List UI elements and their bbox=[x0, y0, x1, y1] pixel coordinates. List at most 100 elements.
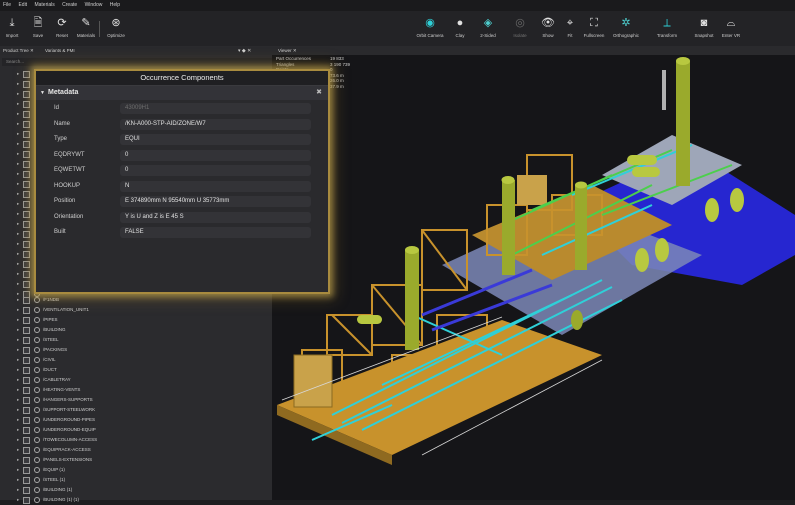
tree-row[interactable]: ▸ /TOWECOLUMN-ACCESS bbox=[0, 435, 272, 445]
visibility-checkbox[interactable] bbox=[23, 357, 30, 364]
tree-row[interactable]: ▸ /HEATING-VENTS bbox=[0, 385, 272, 395]
3d-viewport[interactable] bbox=[272, 55, 795, 500]
tree-row[interactable]: ▸ /PANELS-EXTENSIONS bbox=[0, 455, 272, 465]
visibility-checkbox[interactable] bbox=[23, 231, 30, 238]
expand-arrow-icon[interactable]: ▸ bbox=[17, 465, 19, 475]
visibility-checkbox[interactable] bbox=[23, 377, 30, 384]
menu-help[interactable]: Help bbox=[107, 0, 123, 10]
visibility-checkbox[interactable] bbox=[23, 81, 30, 88]
materials-button[interactable]: ✎ Materials bbox=[74, 13, 98, 45]
tree-row[interactable]: ▸ /CABLETRAY bbox=[0, 375, 272, 385]
tab-variants-pmi[interactable]: Variants & PMI bbox=[45, 48, 75, 53]
visibility-checkbox[interactable] bbox=[23, 337, 30, 344]
collapse-arrow-icon[interactable]: ▼ bbox=[40, 86, 45, 100]
menu-materials[interactable]: Materials bbox=[31, 0, 57, 10]
expand-arrow-icon[interactable]: ▸ bbox=[17, 119, 19, 129]
expand-arrow-icon[interactable]: ▸ bbox=[17, 355, 19, 365]
property-value-field[interactable]: 0 bbox=[120, 149, 311, 161]
import-button[interactable]: ⤓ Import bbox=[0, 13, 24, 45]
expand-arrow-icon[interactable]: ▸ bbox=[17, 129, 19, 139]
visibility-checkbox[interactable] bbox=[23, 457, 30, 464]
expand-arrow-icon[interactable]: ▸ bbox=[17, 325, 19, 335]
expand-arrow-icon[interactable]: ▸ bbox=[17, 159, 19, 169]
property-value-field[interactable]: FALSE bbox=[120, 227, 311, 238]
tree-row[interactable]: ▸ /HANGERS-SUPPORTS bbox=[0, 395, 272, 405]
visibility-checkbox[interactable] bbox=[23, 317, 30, 324]
visibility-checkbox[interactable] bbox=[23, 447, 30, 454]
tab-product-tree[interactable]: Product Tree ✕ bbox=[3, 48, 34, 54]
expand-arrow-icon[interactable]: ▸ bbox=[17, 295, 19, 305]
tree-row[interactable]: ▸ /STEEL (1) bbox=[0, 475, 272, 485]
tree-row[interactable]: ▸ /BUILDING (1) (1) bbox=[0, 495, 272, 505]
visibility-checkbox[interactable] bbox=[23, 71, 30, 78]
visibility-checkbox[interactable] bbox=[23, 151, 30, 158]
menu-file[interactable]: File bbox=[0, 0, 14, 10]
expand-arrow-icon[interactable]: ▸ bbox=[17, 375, 19, 385]
expand-arrow-icon[interactable]: ▸ bbox=[17, 139, 19, 149]
delete-component-icon[interactable]: ✖ bbox=[316, 86, 322, 100]
expand-arrow-icon[interactable]: ▸ bbox=[17, 169, 19, 179]
orthographic-button[interactable]: ✲ Orthographic bbox=[610, 13, 642, 45]
menu-window[interactable]: Window bbox=[82, 0, 106, 10]
orbit-camera-button[interactable]: ◉ Orbit Camera bbox=[416, 13, 444, 45]
visibility-checkbox[interactable] bbox=[23, 121, 30, 128]
optimize-button[interactable]: ⊛ Optimize bbox=[104, 13, 128, 45]
reset-button[interactable]: ⟳ Reset bbox=[50, 13, 74, 45]
tree-row[interactable]: ▸ /UNDERGROUND-PIPES bbox=[0, 415, 272, 425]
visibility-checkbox[interactable] bbox=[23, 417, 30, 424]
clay-button[interactable]: ● Clay bbox=[448, 13, 472, 45]
expand-arrow-icon[interactable]: ▸ bbox=[17, 305, 19, 315]
visibility-checkbox[interactable] bbox=[23, 251, 30, 258]
expand-arrow-icon[interactable]: ▸ bbox=[17, 239, 19, 249]
visibility-checkbox[interactable] bbox=[23, 367, 30, 374]
visibility-checkbox[interactable] bbox=[23, 191, 30, 198]
tree-row[interactable]: ▸ /EQUIPRACK-ACCESS bbox=[0, 445, 272, 455]
visibility-checkbox[interactable] bbox=[23, 281, 30, 288]
expand-arrow-icon[interactable]: ▸ bbox=[17, 405, 19, 415]
tree-row[interactable]: ▸ /STEEL bbox=[0, 335, 272, 345]
expand-arrow-icon[interactable]: ▸ bbox=[17, 219, 19, 229]
tree-row[interactable]: ▸ /VENTILATION_UNIT1 bbox=[0, 305, 272, 315]
visibility-checkbox[interactable] bbox=[23, 347, 30, 354]
property-value-field[interactable]: N bbox=[120, 180, 311, 192]
tree-row[interactable]: ▸ /PACKINGS bbox=[0, 345, 272, 355]
tree-row[interactable]: ▸ /BUILDING (1) bbox=[0, 485, 272, 495]
save-button[interactable]: 🗎 Save bbox=[26, 13, 50, 45]
visibility-checkbox[interactable] bbox=[23, 131, 30, 138]
expand-arrow-icon[interactable]: ▸ bbox=[17, 259, 19, 269]
expand-arrow-icon[interactable]: ▸ bbox=[17, 69, 19, 79]
visibility-checkbox[interactable] bbox=[23, 261, 30, 268]
metadata-section-header[interactable]: ▼ Metadata ✖ bbox=[36, 86, 328, 100]
visibility-checkbox[interactable] bbox=[23, 407, 30, 414]
visibility-checkbox[interactable] bbox=[23, 181, 30, 188]
fit-button[interactable]: ⌖ Fit bbox=[558, 13, 582, 45]
transform-button[interactable]: ⟂ Transform bbox=[652, 13, 682, 45]
visibility-checkbox[interactable] bbox=[23, 211, 30, 218]
expand-arrow-icon[interactable]: ▸ bbox=[17, 199, 19, 209]
expand-arrow-icon[interactable]: ▸ bbox=[17, 335, 19, 345]
visibility-checkbox[interactable] bbox=[23, 307, 30, 314]
visibility-checkbox[interactable] bbox=[23, 477, 30, 484]
tree-row[interactable]: ▸ /F1NDB bbox=[0, 295, 272, 305]
expand-arrow-icon[interactable]: ▸ bbox=[17, 435, 19, 445]
tree-row[interactable]: ▸ /SUPPORT-STEELWORK bbox=[0, 405, 272, 415]
expand-arrow-icon[interactable]: ▸ bbox=[17, 475, 19, 485]
visibility-checkbox[interactable] bbox=[23, 91, 30, 98]
visibility-checkbox[interactable] bbox=[23, 161, 30, 168]
expand-arrow-icon[interactable]: ▸ bbox=[17, 315, 19, 325]
visibility-checkbox[interactable] bbox=[23, 297, 30, 304]
expand-arrow-icon[interactable]: ▸ bbox=[17, 89, 19, 99]
expand-arrow-icon[interactable]: ▸ bbox=[17, 395, 19, 405]
visibility-checkbox[interactable] bbox=[23, 467, 30, 474]
visibility-checkbox[interactable] bbox=[23, 487, 30, 494]
visibility-checkbox[interactable] bbox=[23, 141, 30, 148]
expand-arrow-icon[interactable]: ▸ bbox=[17, 99, 19, 109]
pin-icon[interactable]: ▾ ◆ ✕ bbox=[238, 48, 251, 54]
isolate-button[interactable]: ◎ Isolate bbox=[508, 13, 532, 45]
tree-row[interactable]: ▸ /EQUIP (1) bbox=[0, 465, 272, 475]
property-value-field[interactable]: Y is U and Z is E 45 S bbox=[120, 211, 311, 223]
menu-create[interactable]: Create bbox=[59, 0, 80, 10]
tree-row[interactable]: ▸ /UNDERGROUND-EQUIP bbox=[0, 425, 272, 435]
property-value-field[interactable]: 0 bbox=[120, 165, 311, 176]
visibility-checkbox[interactable] bbox=[23, 397, 30, 404]
